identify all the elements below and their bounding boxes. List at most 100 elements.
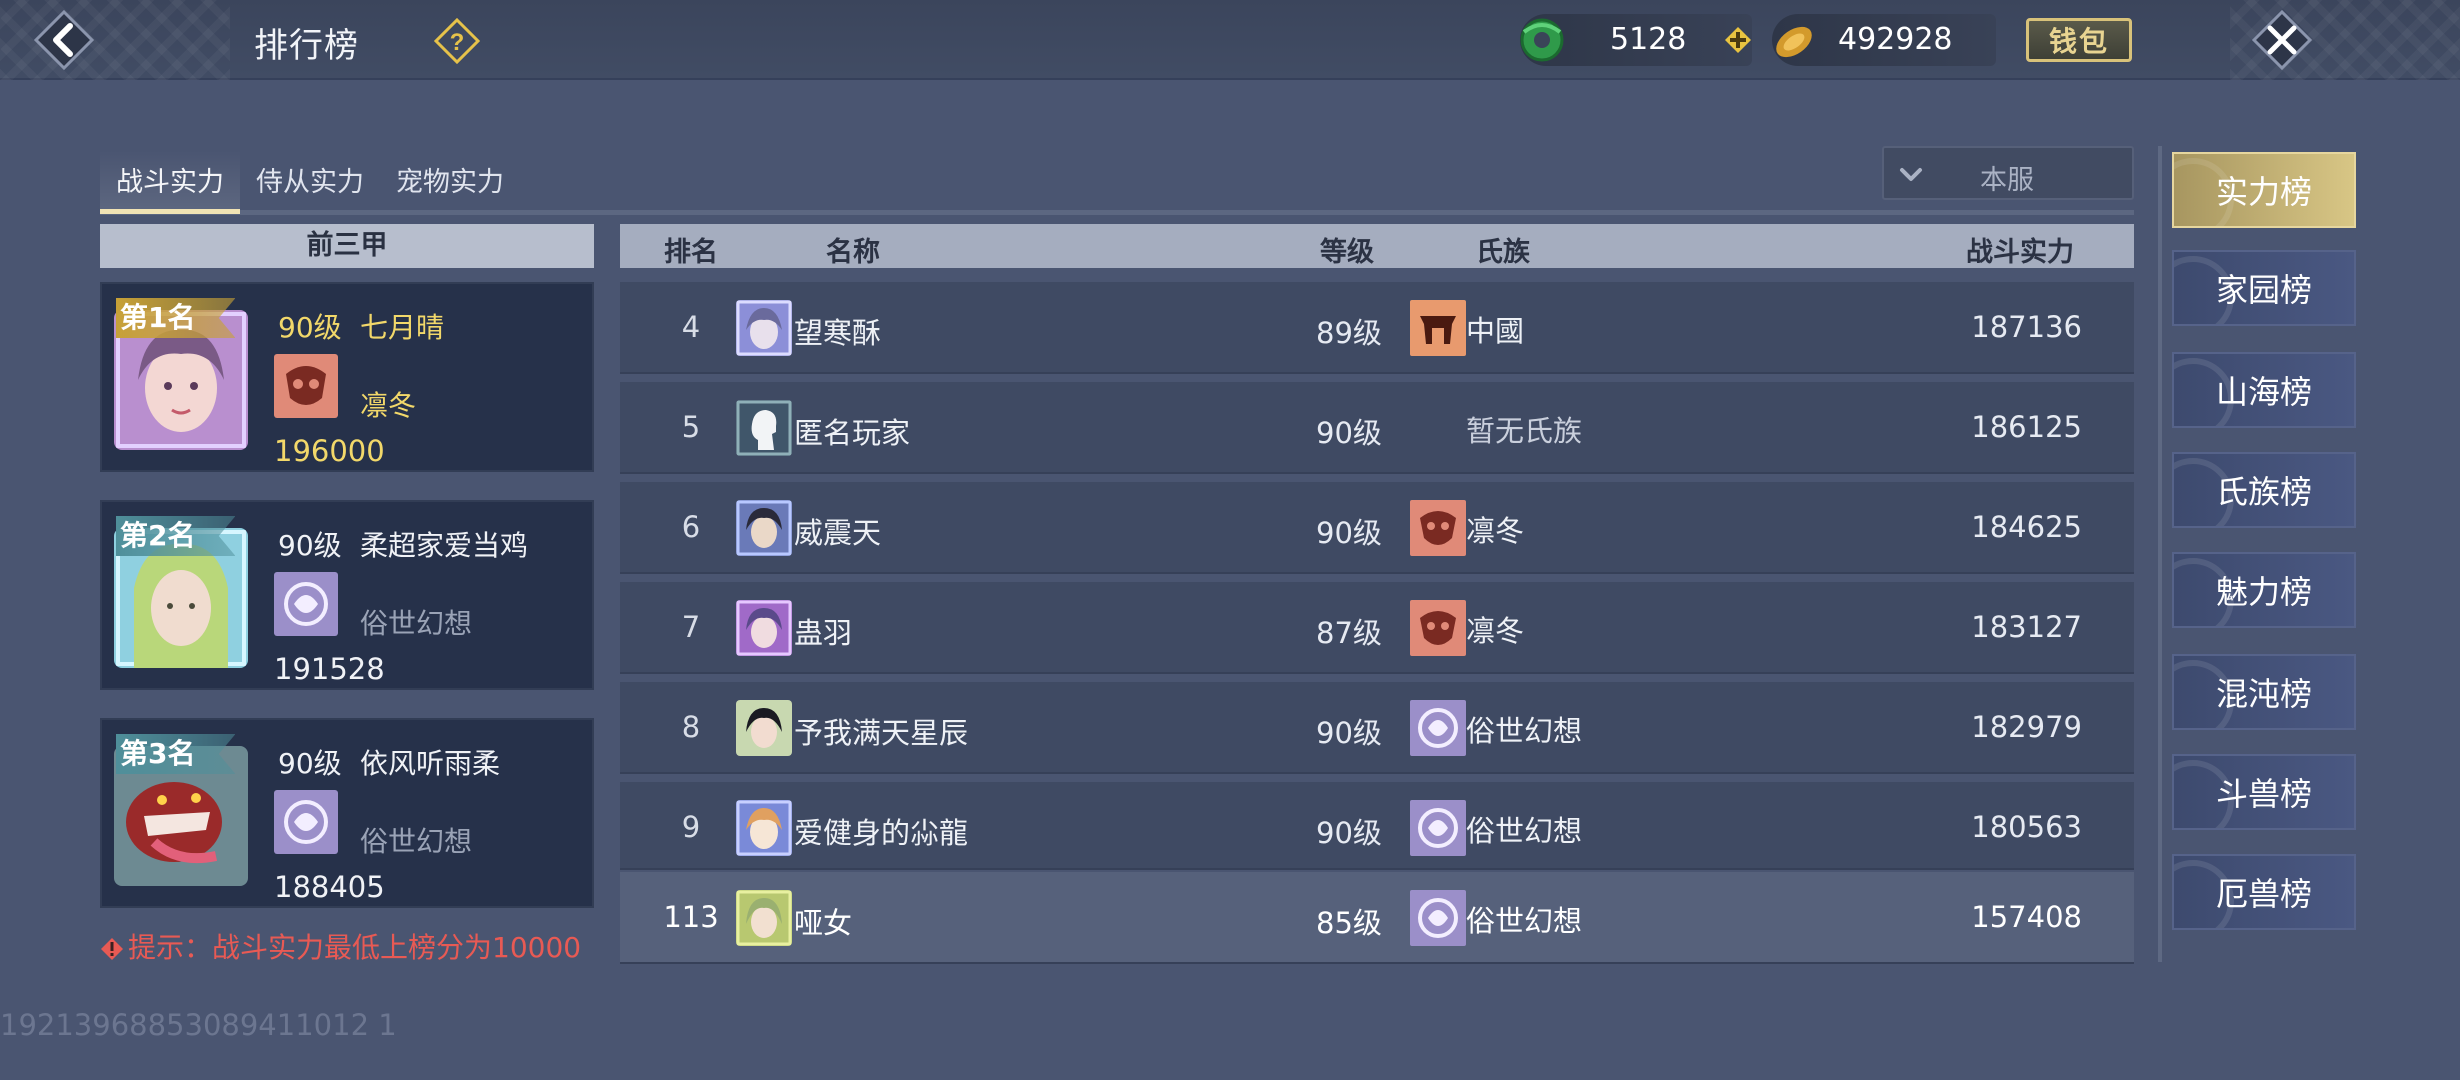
player-clan: 凛冬 xyxy=(1466,514,1525,548)
back-arrow-icon xyxy=(33,9,95,71)
player-clan: 俗世幻想 xyxy=(360,607,473,640)
player-name: 匿名玩家 xyxy=(794,416,911,450)
side-nav-label: 混沌榜 xyxy=(2215,675,2312,713)
player-avatar xyxy=(736,300,792,356)
player-clan: 俗世幻想 xyxy=(1466,714,1583,748)
server-dropdown[interactable]: 本服 xyxy=(1882,146,2134,200)
ranking-tip: 提示：战斗实力最低上榜分为10000 xyxy=(100,926,581,966)
close-button[interactable] xyxy=(2250,8,2314,72)
player-level: 85级 xyxy=(1316,906,1382,940)
help-button[interactable]: ? xyxy=(433,17,481,65)
top-bar: 排行榜 ? 5128 492928 钱包 xyxy=(0,0,2460,80)
player-avatar xyxy=(736,890,792,946)
table-row[interactable]: 9 爱健身的尛龍 90级 俗世幻想 180563 xyxy=(620,782,2134,870)
player-name: 柔超家爱当鸡 xyxy=(360,529,529,562)
anonymous-avatar-icon xyxy=(736,400,792,456)
rank-ribbon: 第2名 xyxy=(116,516,236,556)
player-level: 90级 xyxy=(1316,516,1382,550)
player-power: 196000 xyxy=(274,434,385,468)
player-clan: 凛冬 xyxy=(1466,614,1525,648)
player-power: 180563 xyxy=(1971,810,2082,844)
player-power: 183127 xyxy=(1971,610,2082,644)
player-clan: 暂无氏族 xyxy=(1466,414,1583,448)
column-power: 战斗实力 xyxy=(1966,237,2074,268)
wallet-button[interactable]: 钱包 xyxy=(2026,18,2132,62)
player-name: 爱健身的尛龍 xyxy=(794,816,969,850)
jade-amount: 5128 xyxy=(1610,22,1687,57)
side-nav-shanhai-rank[interactable]: 山海榜 xyxy=(2172,352,2356,428)
table-row[interactable]: 6 威震天 90级 凛冬 184625 xyxy=(620,482,2134,574)
footer-id: 19213968853089411012 1 xyxy=(0,1008,397,1042)
player-clan: 俗世幻想 xyxy=(1466,904,1583,938)
player-clan: 中國 xyxy=(1466,314,1525,348)
clan-emblem-icon xyxy=(274,354,338,418)
rank-table-header: 排名 名称 等级 氏族 战斗实力 xyxy=(620,224,2134,268)
side-nav-power-rank[interactable]: 实力榜 xyxy=(2172,152,2356,228)
player-level: 87级 xyxy=(1316,616,1382,650)
side-nav-divider xyxy=(2158,146,2162,962)
clan-emblem-icon xyxy=(274,572,338,636)
player-name: 七月晴 xyxy=(360,311,445,344)
player-avatar xyxy=(736,500,792,556)
side-nav-label: 山海榜 xyxy=(2215,373,2312,411)
top-card-rank-2[interactable]: 第2名 90级 柔超家爱当鸡 俗世幻想 191528 xyxy=(100,500,594,690)
tab-pet-power[interactable]: 宠物实力 xyxy=(380,150,520,214)
clan-emblem-icon xyxy=(1410,890,1466,946)
side-nav-chaos-rank[interactable]: 混沌榜 xyxy=(2172,654,2356,730)
tab-battle-power[interactable]: 战斗实力 xyxy=(100,150,240,214)
jade-coin-icon xyxy=(1520,18,1564,62)
player-avatar xyxy=(736,800,792,856)
player-clan: 俗世幻想 xyxy=(1466,814,1583,848)
clan-emblem-icon xyxy=(1410,300,1466,356)
player-name: 蛊羽 xyxy=(794,616,853,650)
player-power: 186125 xyxy=(1971,410,2082,444)
chevron-down-icon xyxy=(1900,168,1922,181)
side-nav-label: 实力榜 xyxy=(2215,173,2312,211)
top-card-rank-3[interactable]: 第3名 90级 依风听雨柔 俗世幻想 188405 xyxy=(100,718,594,908)
rank-ribbon: 第3名 xyxy=(116,734,236,774)
back-button[interactable] xyxy=(32,8,96,72)
player-level: 90级 xyxy=(1316,416,1382,450)
player-level: 89级 xyxy=(1316,316,1382,350)
clan-emblem-icon xyxy=(1410,800,1466,856)
column-rank: 排名 xyxy=(664,237,718,268)
player-level: 90级 xyxy=(1316,816,1382,850)
player-name: 望寒酥 xyxy=(794,316,882,350)
side-nav-clan-rank[interactable]: 氏族榜 xyxy=(2172,452,2356,528)
rank-ribbon: 第1名 xyxy=(116,298,236,338)
self-rank-row[interactable]: 113 哑女 85级 俗世幻想 157408 xyxy=(620,872,2134,964)
table-row[interactable]: 7 蛊羽 87级 凛冬 183127 xyxy=(620,582,2134,674)
player-clan: 凛冬 xyxy=(360,389,417,422)
clan-emblem-icon xyxy=(1410,700,1466,756)
player-name: 威震天 xyxy=(794,516,882,550)
warning-icon xyxy=(101,938,123,960)
table-row[interactable]: 5 匿名玩家 90级 暂无氏族 186125 xyxy=(620,382,2134,474)
side-nav-label: 斗兽榜 xyxy=(2215,775,2312,813)
page-title: 排行榜 xyxy=(254,26,359,66)
side-nav-beast-fight-rank[interactable]: 斗兽榜 xyxy=(2172,754,2356,830)
column-level: 等级 xyxy=(1320,237,1374,268)
side-nav-charm-rank[interactable]: 魅力榜 xyxy=(2172,552,2356,628)
player-power: 184625 xyxy=(1971,510,2082,544)
side-nav-label: 厄兽榜 xyxy=(2215,875,2312,913)
add-plus-icon[interactable] xyxy=(1724,26,1752,54)
player-name: 哑女 xyxy=(794,906,853,940)
table-row[interactable]: 8 予我满天星辰 90级 俗世幻想 182979 xyxy=(620,682,2134,774)
close-x-icon xyxy=(2251,9,2313,71)
player-name: 予我满天星辰 xyxy=(794,716,969,750)
player-level: 90级 xyxy=(1316,716,1382,750)
clan-emblem-icon xyxy=(1410,600,1466,656)
player-power: 191528 xyxy=(274,652,385,686)
player-avatar xyxy=(736,600,792,656)
player-level: 90级 xyxy=(278,747,342,780)
column-clan: 氏族 xyxy=(1476,237,1530,268)
clan-emblem-icon xyxy=(274,790,338,854)
ranking-tip-text: 提示：战斗实力最低上榜分为10000 xyxy=(128,931,582,964)
player-power: 187136 xyxy=(1971,310,2082,344)
tab-attendant-power[interactable]: 侍从实力 xyxy=(240,150,380,214)
side-nav-doom-beast-rank[interactable]: 厄兽榜 xyxy=(2172,854,2356,930)
top-card-rank-1[interactable]: 第1名 90级 七月晴 凛冬 196000 xyxy=(100,282,594,472)
side-nav-home-rank[interactable]: 家园榜 xyxy=(2172,250,2356,326)
gold-currency: 492928 xyxy=(1772,14,1996,66)
table-row[interactable]: 4 望寒酥 89级 中國 187136 xyxy=(620,282,2134,374)
